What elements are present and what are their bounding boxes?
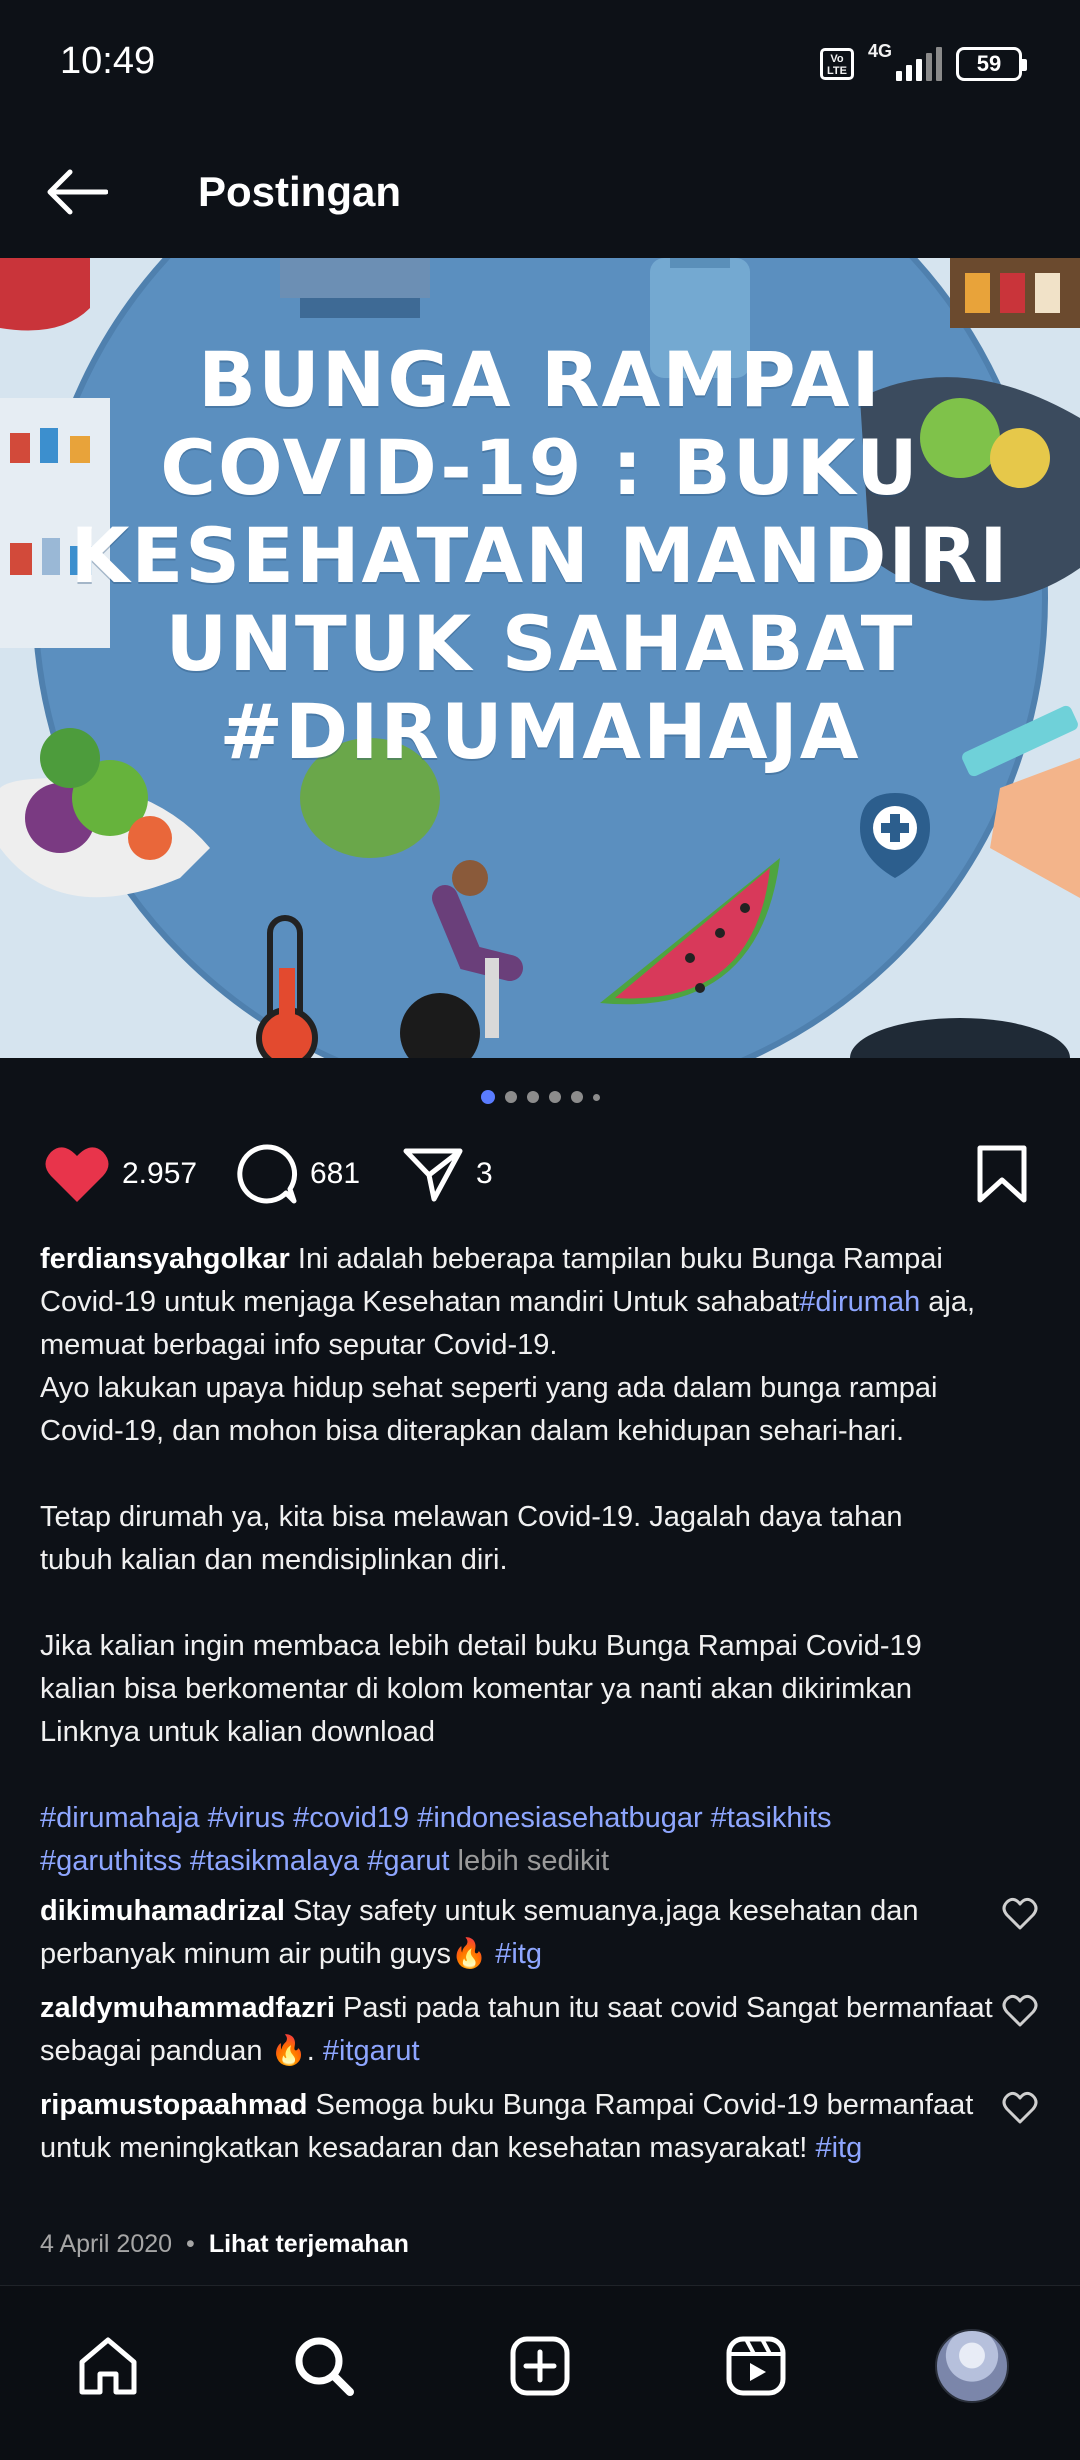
volte-icon: Vo LTE xyxy=(820,48,854,80)
share-count[interactable]: 3 xyxy=(476,1157,493,1191)
comment-icon xyxy=(237,1144,298,1204)
status-icons: Vo LTE 4G 59 xyxy=(820,41,1027,84)
nav-create-button[interactable] xyxy=(500,2326,580,2406)
like-button[interactable]: 2.957 xyxy=(44,1144,197,1204)
nav-reels-button[interactable] xyxy=(716,2326,796,2406)
carousel-dot-active xyxy=(480,1090,495,1104)
caption-text: tubuh kalian dan mendisiplinkan diri. xyxy=(40,1544,508,1576)
search-icon xyxy=(295,2337,354,2396)
comment-button[interactable]: 681 xyxy=(236,1144,360,1204)
caption-username[interactable]: ferdiansyahgolkar xyxy=(40,1243,290,1275)
carousel-dot xyxy=(592,1093,600,1101)
hashtag-link[interactable]: #itg xyxy=(815,2132,862,2164)
comment-count[interactable]: 681 xyxy=(310,1157,360,1191)
save-button[interactable] xyxy=(974,1144,1030,1204)
nav-search-button[interactable] xyxy=(284,2326,364,2406)
headline-line: BUNGA RAMPAI xyxy=(198,335,882,424)
post-caption: ferdiansyahgolkar Ini adalah beberapa ta… xyxy=(40,1238,1050,1883)
hashtag-links[interactable]: #dirumahaja #virus #covid19 #indonesiase… xyxy=(40,1797,1050,1840)
caption-text: Ayo lakukan upaya hidup sehat seperti ya… xyxy=(40,1372,938,1404)
signal-icon: 4G xyxy=(868,41,942,81)
top-app-bar: Postingan xyxy=(0,130,1080,260)
caption-text: memuat berbagai info seputar Covid-19. xyxy=(40,1329,558,1361)
battery-level: 59 xyxy=(976,51,1002,76)
status-time: 10:49 xyxy=(60,40,156,82)
headline-line: COVID-19 : BUKU xyxy=(160,423,920,512)
comment-item: ripamustopaahmad Semoga buku Bunga Rampa… xyxy=(40,2084,1000,2170)
meta-separator: • xyxy=(186,2230,195,2258)
post-meta: 4 April 2020 • Lihat terjemahan xyxy=(40,2230,409,2259)
status-bar: 10:49 Vo LTE 4G 59 xyxy=(0,0,1080,130)
nav-profile-button[interactable] xyxy=(932,2326,1012,2406)
comment-heart-icon[interactable] xyxy=(1002,1993,1038,2029)
caption-text: Linknya untuk kalian download xyxy=(40,1716,435,1748)
hashtag-link[interactable]: #itg xyxy=(495,1938,542,1970)
send-icon xyxy=(403,1148,463,1202)
comment-username[interactable]: ripamustopaahmad xyxy=(40,2089,308,2121)
comment-username[interactable]: dikimuhamadrizal xyxy=(40,1895,285,1927)
post-image-headline: BUNGA RAMPAI COVID-19 : BUKU KESEHATAN M… xyxy=(40,336,1040,776)
hashtag-link[interactable]: #dirumah xyxy=(799,1286,920,1318)
show-less-link[interactable]: lebih sedikit xyxy=(449,1845,610,1877)
headline-line: #DIRUMAHAJA xyxy=(219,687,861,776)
post-actions: 2.957 681 3 xyxy=(0,1140,1080,1210)
caption-text: Tetap dirumah ya, kita bisa melawan Covi… xyxy=(40,1501,903,1533)
like-count[interactable]: 2.957 xyxy=(122,1157,197,1191)
profile-avatar xyxy=(935,2329,1009,2403)
bottom-navigation xyxy=(0,2285,1080,2460)
page-title: Postingan xyxy=(198,168,402,215)
caption-text: Covid-19 untuk menjaga Kesehatan mandiri… xyxy=(40,1286,800,1318)
comment-heart-icon[interactable] xyxy=(1002,1896,1038,1932)
comment-item: dikimuhamadrizal Stay safety untuk semua… xyxy=(40,1890,1000,1976)
back-arrow-icon xyxy=(47,169,108,215)
carousel-dot xyxy=(504,1091,517,1103)
carousel-dot xyxy=(548,1091,561,1103)
bookmark-icon xyxy=(977,1145,1027,1203)
battery-icon: 59 xyxy=(956,47,1027,81)
network-type-label: 4G xyxy=(868,41,893,61)
carousel-dot xyxy=(570,1091,583,1103)
hashtag-links[interactable]: #garuthitss #tasikmalaya #garut xyxy=(40,1845,449,1877)
share-button[interactable]: 3 xyxy=(402,1144,493,1204)
reels-icon xyxy=(726,2336,786,2396)
comment-username[interactable]: zaldymuhammadfazri xyxy=(40,1992,335,2024)
hashtag-link[interactable]: #itgarut xyxy=(323,2035,420,2067)
caption-text: Covid-19, dan mohon bisa diterapkan dala… xyxy=(40,1415,905,1447)
headline-line: KESEHATAN MANDIRI xyxy=(70,511,1010,600)
nav-home-button[interactable] xyxy=(68,2326,148,2406)
caption-text: aja, xyxy=(920,1286,976,1318)
caption-text: kalian bisa berkomentar di kolom komenta… xyxy=(40,1673,913,1705)
post-image[interactable]: BUNGA RAMPAI COVID-19 : BUKU KESEHATAN M… xyxy=(0,258,1080,1058)
create-post-icon xyxy=(510,2336,570,2396)
caption-text: Ini adalah beberapa tampilan buku Bunga … xyxy=(289,1243,943,1275)
back-button[interactable] xyxy=(40,160,112,224)
post-date: 4 April 2020 xyxy=(40,2230,173,2258)
see-translation-link[interactable]: Lihat terjemahan xyxy=(209,2230,409,2259)
comment-item: zaldymuhammadfazri Pasti pada tahun itu … xyxy=(40,1987,1000,2073)
home-icon xyxy=(79,2337,137,2395)
heart-filled-icon xyxy=(45,1147,109,1202)
carousel-indicator xyxy=(0,1090,1080,1104)
comment-heart-icon[interactable] xyxy=(1002,2090,1038,2126)
caption-text: Jika kalian ingin membaca lebih detail b… xyxy=(40,1630,922,1662)
carousel-dot xyxy=(526,1091,539,1103)
headline-line: UNTUK SAHABAT xyxy=(165,599,915,688)
